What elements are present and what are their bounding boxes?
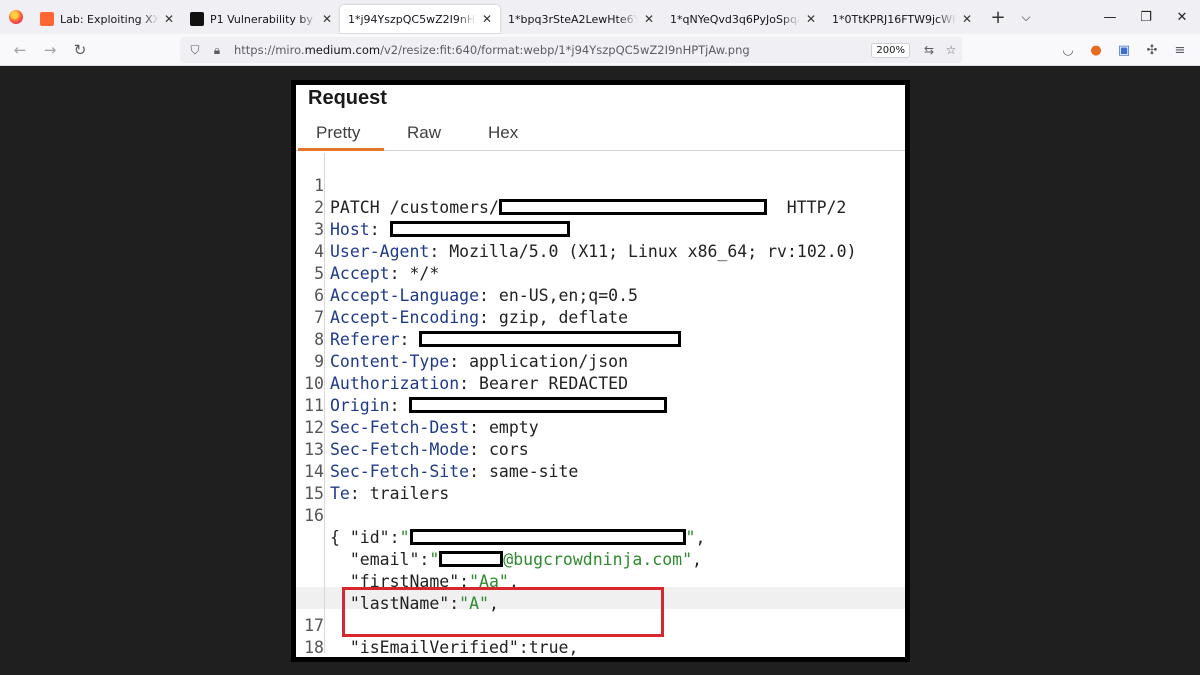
zoom-level-badge[interactable]: 200%: [871, 42, 910, 58]
tab-title: 1*bpq3rSteA2LewHte6YqfAA.webp: [508, 12, 638, 26]
close-tab-icon[interactable]: ✕: [164, 12, 174, 26]
code-line: 6 Accept-Encoding: gzip, deflate: [314, 286, 629, 327]
tab-strip: Lab: Exploiting XXE to perform SSRF ✕ P1…: [0, 0, 1200, 34]
tab-p1-vulnerability[interactable]: P1 Vulnerability by Bypassing ✕: [182, 5, 340, 33]
tab-xxe-lab[interactable]: Lab: Exploiting XXE to perform SSRF ✕: [32, 5, 182, 33]
code-line: 16 {: [304, 506, 340, 547]
tab-hex: Hex: [488, 123, 519, 142]
window-controls: — ❐ ✕: [1092, 0, 1200, 34]
code-line: 12 Sec-Fetch-Mode: cors: [304, 418, 529, 459]
tracking-shield-icon[interactable]: ⛉: [184, 43, 206, 58]
firefox-menu-icon[interactable]: [0, 0, 32, 34]
list-all-tabs-button[interactable]: ⌵: [1012, 10, 1040, 25]
tab-pretty: Pretty: [316, 123, 361, 142]
tab-title: Lab: Exploiting XXE to perform SSRF: [60, 12, 158, 26]
pocket-icon[interactable]: ◡: [1054, 37, 1082, 63]
code-line: "id":" ",: [349, 528, 706, 547]
reload-icon[interactable]: ↻: [66, 36, 94, 64]
code-line: 4 Accept: */*: [314, 242, 440, 283]
portswigger-favicon-icon: [40, 12, 54, 26]
code-line: 7 Referer:: [296, 285, 905, 349]
close-tab-icon[interactable]: ✕: [962, 12, 972, 26]
code-line: 14 Te: trailers: [304, 462, 450, 503]
medium-favicon-icon: [190, 12, 204, 26]
close-tab-icon[interactable]: ✕: [644, 12, 654, 26]
url-bar[interactable]: ⛉ 🔒︎ https://miro.medium.com/v2/resize:f…: [180, 37, 962, 63]
bookmark-star-icon[interactable]: ☆: [940, 43, 962, 57]
request-view-tabs: Pretty Raw Hex: [296, 115, 905, 151]
tab-image-4[interactable]: 1*0TtKPRJ16FTW9jcWH0NMnQ.webp ✕: [824, 5, 980, 33]
code-line: 2 Host:: [296, 175, 905, 239]
burp-request-image: Request Pretty Raw Hex 1 PATCH /customer…: [291, 80, 910, 662]
code-line: 1 PATCH /customers/ HTTP/2: [314, 176, 847, 217]
code-line: "firstName":"Aa",: [349, 572, 519, 591]
code-line: 11 Sec-Fetch-Dest: empty: [304, 396, 539, 437]
lock-icon[interactable]: 🔒︎: [206, 43, 228, 58]
extensions-puzzle-icon[interactable]: ✣: [1138, 37, 1166, 63]
code-line: 13 Sec-Fetch-Site: same-site: [304, 440, 579, 481]
highlight-annotation-box: [342, 587, 664, 637]
code-line: 3 User-Agent: Mozilla/5.0 (X11; Linux x8…: [314, 220, 857, 261]
url-text[interactable]: https://miro.medium.com/v2/resize:fit:64…: [234, 43, 871, 57]
close-window-button[interactable]: ✕: [1164, 0, 1200, 34]
code-line: 19 }: [296, 637, 905, 657]
back-arrow-icon[interactable]: ←: [6, 36, 34, 64]
close-tab-icon[interactable]: ✕: [482, 12, 492, 26]
translate-icon[interactable]: ⇆: [918, 43, 940, 57]
restore-button[interactable]: ❐: [1128, 0, 1164, 34]
tab-title: 1*j94YszpQC5wZ2I9nHPTjAw.webp: [348, 12, 476, 26]
code-line: 10 Origin:: [296, 351, 905, 415]
new-tab-button[interactable]: +: [984, 7, 1012, 28]
close-tab-icon[interactable]: ✕: [806, 12, 816, 26]
extension-badge-icon[interactable]: ●: [1082, 37, 1110, 63]
image-viewer: Request Pretty Raw Hex 1 PATCH /customer…: [0, 67, 1200, 675]
tab-title: 1*0TtKPRJ16FTW9jcWH0NMnQ.webp: [832, 12, 956, 26]
request-panel-title: Request: [308, 87, 387, 109]
active-tab-underline: [298, 148, 384, 151]
tab-image-active[interactable]: 1*j94YszpQC5wZ2I9nHPTjAw.webp ✕: [340, 5, 500, 33]
tab-raw: Raw: [407, 123, 442, 142]
tab-title: P1 Vulnerability by Bypassing: [210, 12, 316, 26]
code-line: 5 Accept-Language: en-US,en;q=0.5: [314, 264, 638, 305]
code-line: 8 Content-Type: application/json: [314, 330, 629, 371]
code-line: 9 Authorization: Bearer REDACTED: [314, 352, 629, 393]
code-line: 15: [304, 484, 324, 503]
minimize-button[interactable]: —: [1092, 0, 1128, 34]
close-tab-icon[interactable]: ✕: [322, 12, 332, 26]
forward-arrow-icon[interactable]: →: [36, 36, 64, 64]
tab-title: 1*qNYeQvd3q6PyJoSpqa7tZQ.webp: [670, 12, 800, 26]
translate-extension-icon[interactable]: ▣: [1110, 37, 1138, 63]
tab-image-3[interactable]: 1*qNYeQvd3q6PyJoSpqa7tZQ.webp ✕: [662, 5, 824, 33]
tab-image-2[interactable]: 1*bpq3rSteA2LewHte6YqfAA.webp ✕: [500, 5, 662, 33]
nav-toolbar: ← → ↻ ⛉ 🔒︎ https://miro.medium.com/v2/re…: [0, 34, 1200, 66]
code-line: "email":" @bugcrowdninja.com",: [349, 550, 702, 569]
toolbar-extensions: ◡ ● ▣ ✣ ≡: [1054, 37, 1194, 63]
hamburger-menu-icon[interactable]: ≡: [1166, 37, 1194, 63]
